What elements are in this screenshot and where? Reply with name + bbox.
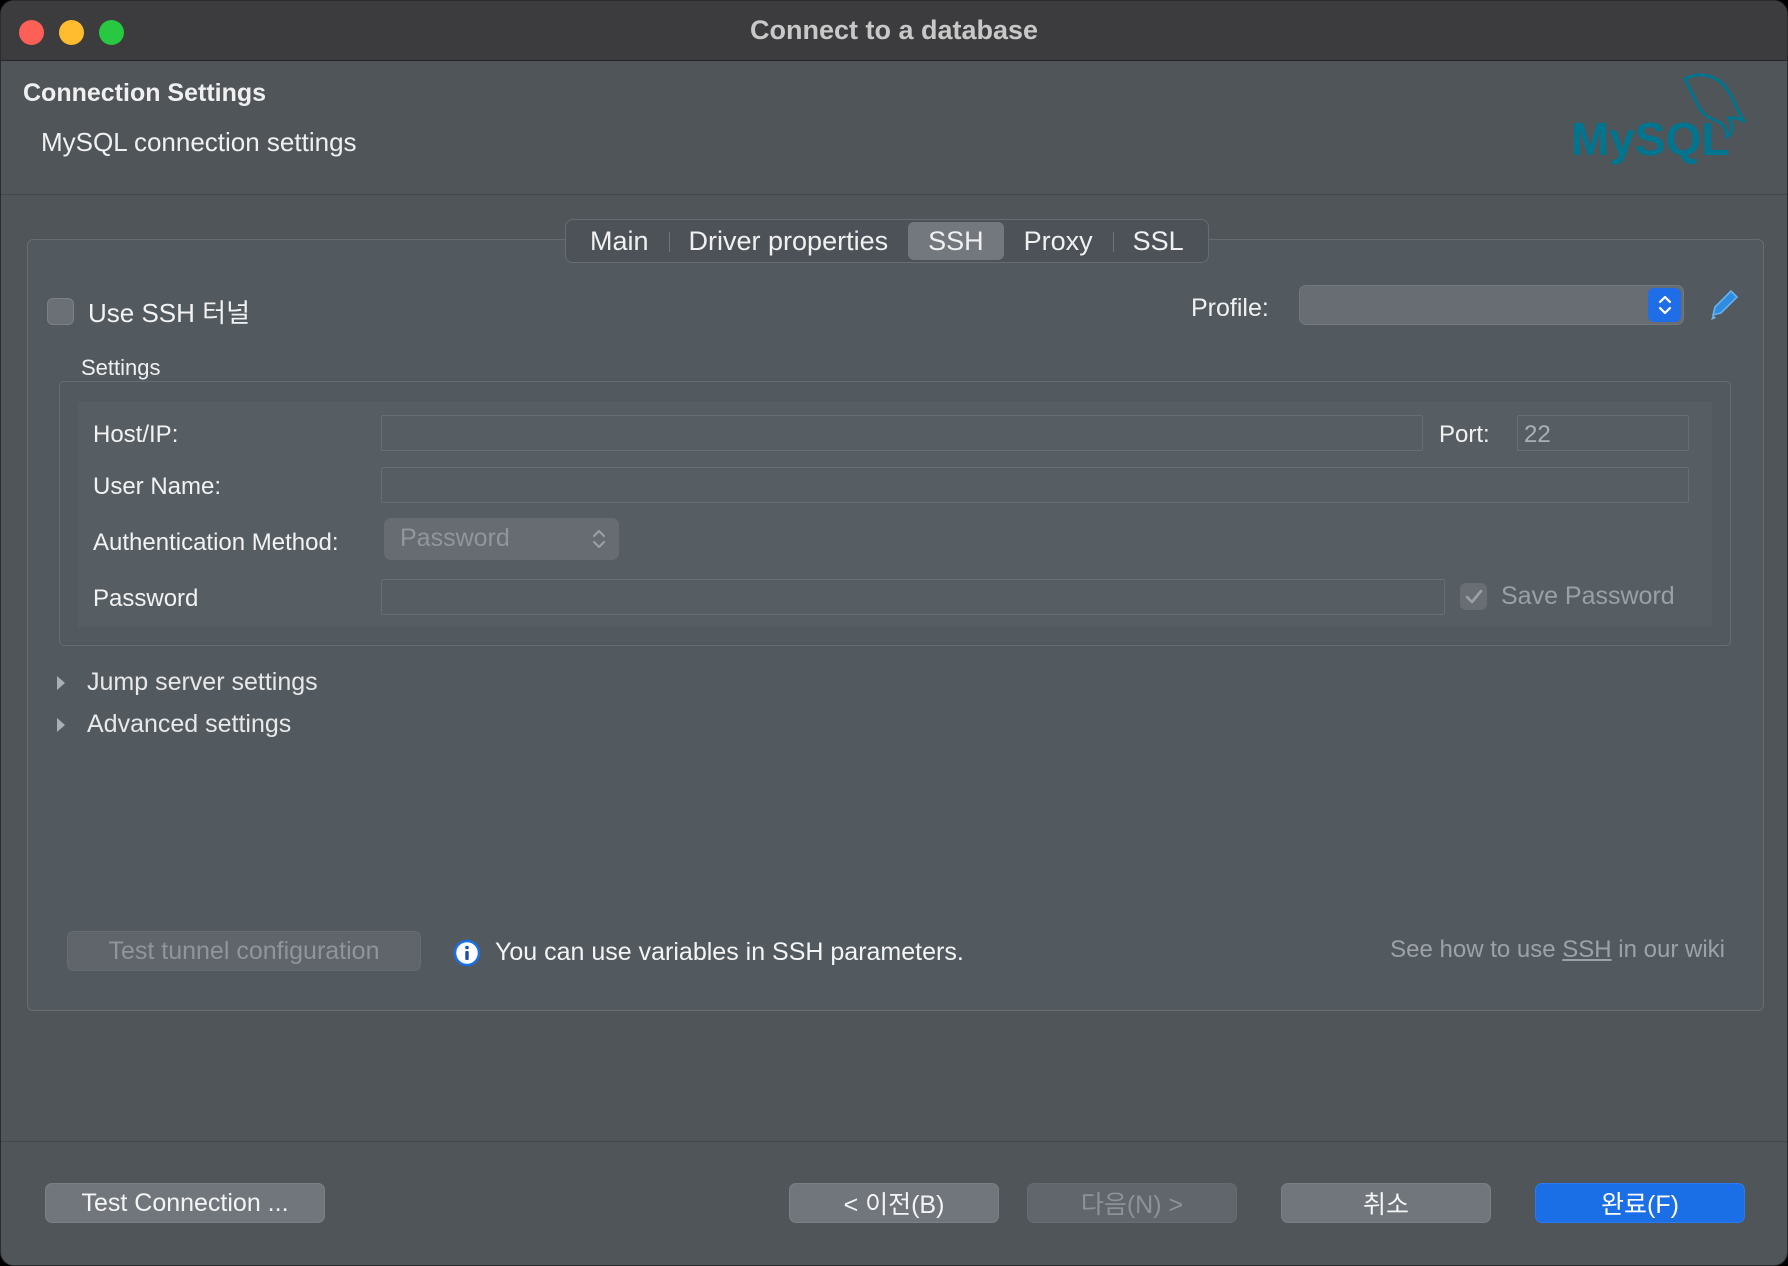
user-name-label: User Name: [93,473,222,500]
ssh-wiki-link[interactable]: See how to use SSH in our wiki [1390,936,1725,964]
title-bar: Connect to a database [1,1,1787,61]
jump-server-expander[interactable]: Jump server settings [57,668,318,697]
tab-ssl[interactable]: SSL [1112,222,1204,260]
checkmark-icon [1465,589,1482,603]
chevron-up-down-icon [1648,288,1681,322]
dialog-header: Connection Settings MySQL connection set… [1,61,1787,195]
test-connection-button[interactable]: Test Connection ... [45,1183,325,1223]
disclosure-triangle-icon [57,717,65,732]
back-button[interactable]: < 이전(B) [789,1183,999,1223]
password-label: Password [93,585,199,612]
chevron-up-down-icon [593,530,605,548]
next-button[interactable]: 다음(N) > [1027,1183,1237,1223]
footer-divider [1,1141,1787,1142]
settings-group-label: Settings [81,355,161,380]
host-input[interactable] [381,415,1423,451]
connection-tabs: Main Driver properties SSH Proxy SSL [565,219,1209,263]
wiki-link-suffix: in our wiki [1611,936,1725,963]
user-name-input[interactable] [381,467,1689,503]
use-ssh-tunnel-row[interactable]: Use SSH 터널 [47,293,250,330]
finish-button[interactable]: 완료(F) [1535,1183,1745,1223]
wiki-link-prefix: See how to use [1390,936,1563,963]
tab-ssh[interactable]: SSH [908,222,1004,260]
profile-select[interactable] [1299,285,1684,325]
tab-driver-properties[interactable]: Driver properties [668,222,909,260]
test-tunnel-button[interactable]: Test tunnel configuration [67,931,421,971]
tab-main[interactable]: Main [570,222,669,260]
advanced-settings-label: Advanced settings [87,710,292,738]
use-ssh-tunnel-label: Use SSH 터널 [88,298,250,328]
variables-info-text: You can use variables in SSH parameters. [495,938,964,966]
page-subtitle: MySQL connection settings [41,127,357,157]
save-password-row[interactable]: Save Password [1460,582,1675,611]
auth-method-label: Authentication Method: [93,529,339,556]
jump-server-label: Jump server settings [87,668,318,696]
profile-label: Profile: [1191,294,1269,322]
auth-method-value: Password [400,524,510,552]
save-password-checkbox[interactable] [1460,583,1487,610]
dialog-window: Connect to a database Connection Setting… [0,0,1788,1266]
svg-text:MySQL: MySQL [1571,113,1729,165]
host-label: Host/IP: [93,421,179,448]
page-title: Connection Settings [23,79,267,107]
auth-method-select[interactable]: Password [384,518,619,560]
save-password-label: Save Password [1501,582,1675,610]
mysql-logo: MySQL [1571,73,1747,165]
port-label: Port: [1439,421,1490,448]
tab-proxy[interactable]: Proxy [1004,222,1113,260]
edit-profile-pencil-icon[interactable] [1707,287,1741,323]
disclosure-triangle-icon [57,675,65,690]
advanced-settings-expander[interactable]: Advanced settings [57,710,291,739]
variables-info: You can use variables in SSH parameters. [453,938,964,967]
password-input[interactable] [381,579,1445,615]
wiki-link-ssh[interactable]: SSH [1562,936,1611,963]
window-title: Connect to a database [749,15,1039,45]
use-ssh-tunnel-checkbox[interactable] [47,298,74,325]
cancel-button[interactable]: 취소 [1281,1183,1491,1223]
port-input[interactable]: 22 [1517,415,1689,451]
info-icon [453,939,481,966]
